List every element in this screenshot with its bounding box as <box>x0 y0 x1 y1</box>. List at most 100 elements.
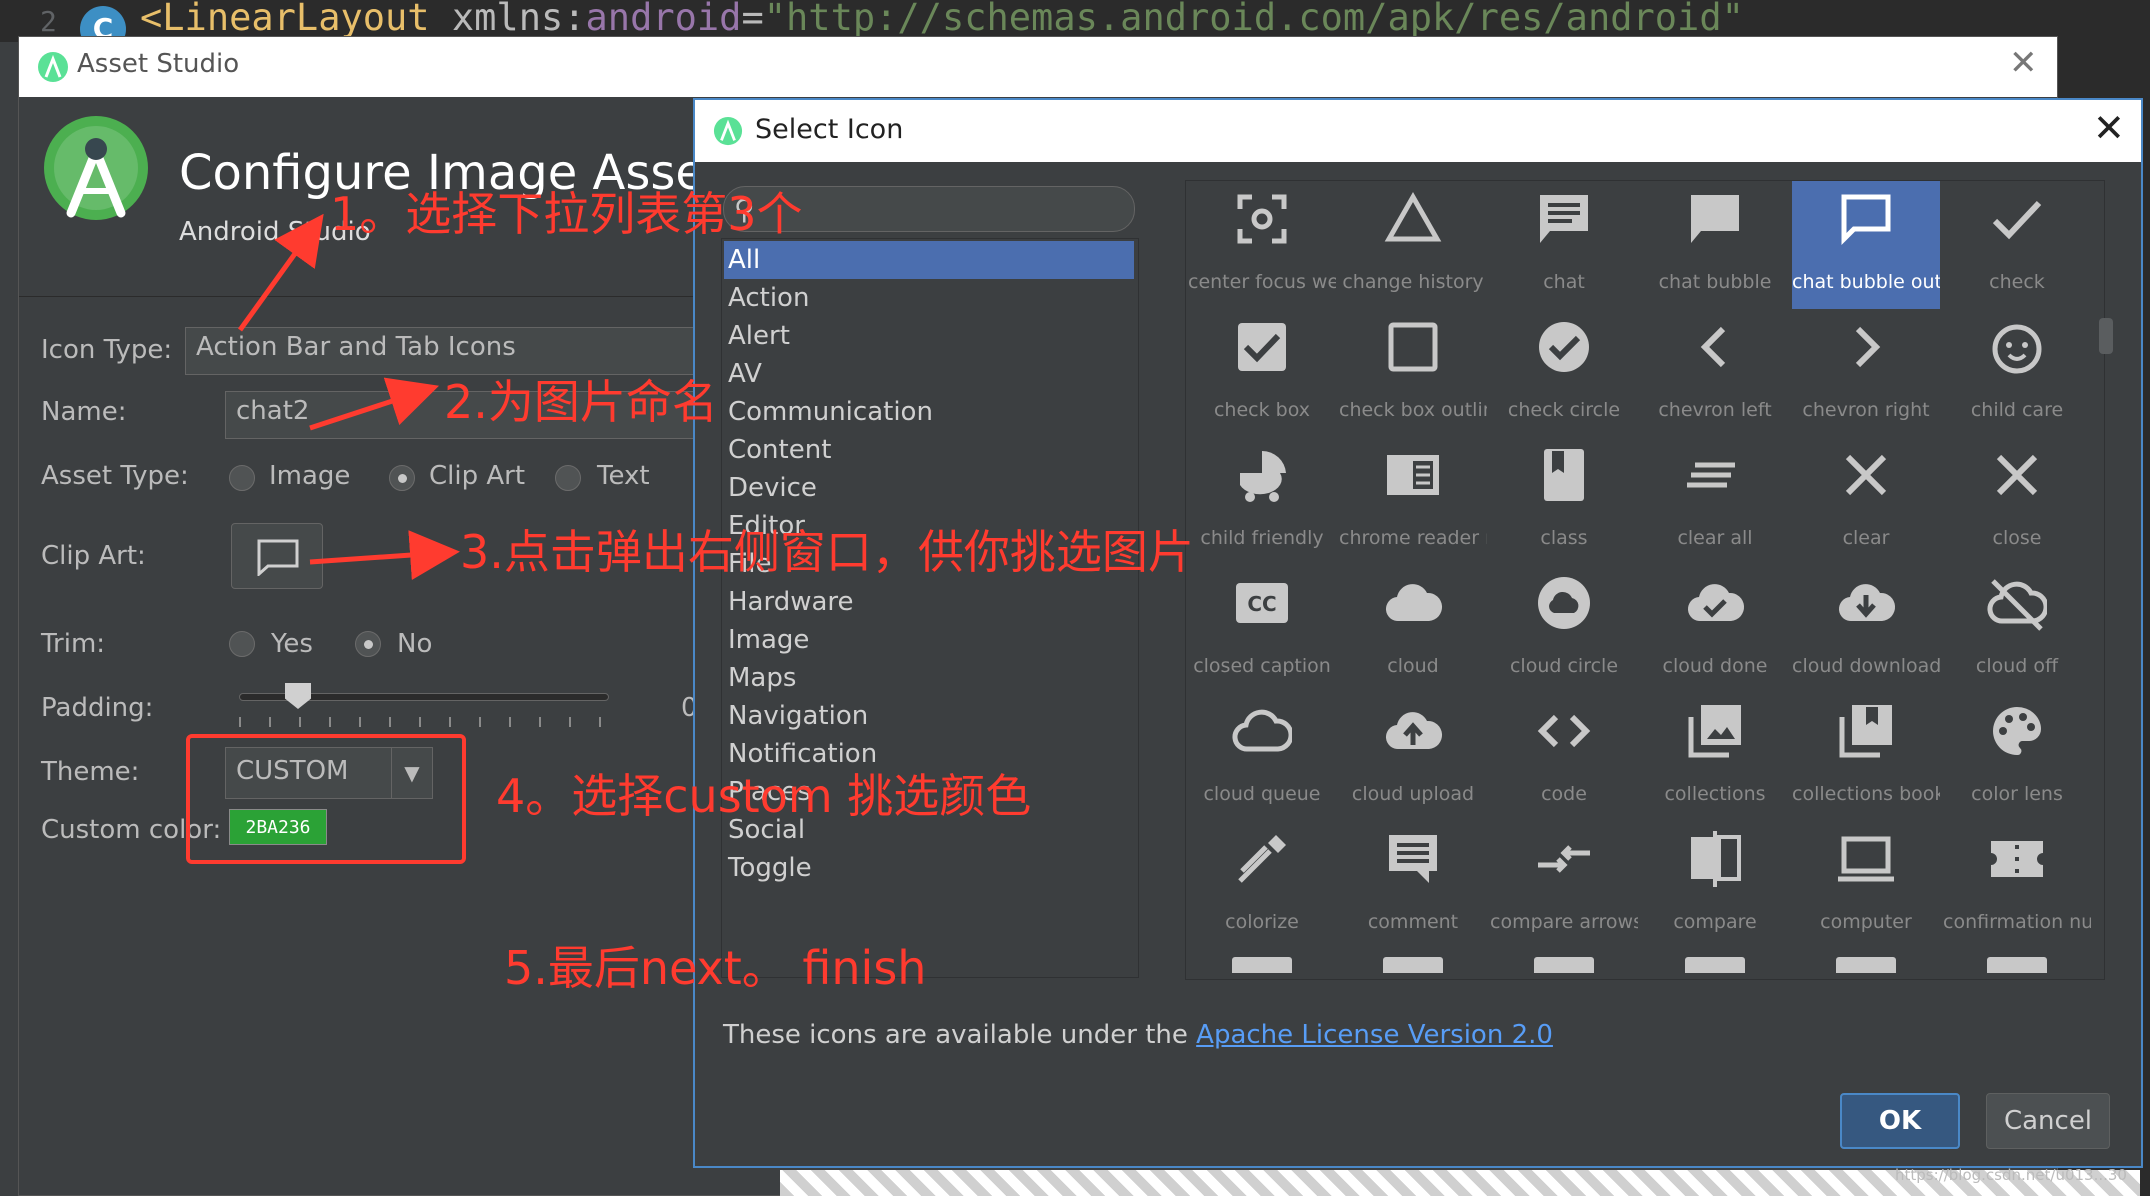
icon-label: clear all <box>1677 527 1753 549</box>
icon-label: check box <box>1213 399 1310 421</box>
asset-type-text-radio[interactable] <box>555 465 581 491</box>
icon-cell-chevron-left[interactable]: chevron left <box>1641 309 1789 437</box>
child-friendly-icon <box>1240 450 1286 502</box>
theme-label: Theme: <box>41 757 140 787</box>
icon-cell-change-history[interactable]: change history <box>1339 181 1487 309</box>
category-item-action[interactable]: Action <box>724 279 1134 317</box>
padding-slider-thumb[interactable] <box>285 683 311 709</box>
icon-cell-closed-caption[interactable]: CC closed caption <box>1188 565 1336 693</box>
category-item-toggle[interactable]: Toggle <box>724 849 1134 887</box>
cancel-button[interactable]: Cancel <box>1986 1093 2110 1149</box>
icon-cell-chat[interactable]: chat <box>1490 181 1638 309</box>
padding-label: Padding: <box>41 693 154 723</box>
icon-cell-clear[interactable]: clear <box>1792 437 1940 565</box>
icon-cell-color-lens[interactable]: color lens <box>1943 693 2091 821</box>
icon-cell-code[interactable]: code <box>1490 693 1638 821</box>
ok-button[interactable]: OK <box>1840 1093 1960 1149</box>
cloud-icon <box>1385 584 1443 622</box>
icon-cell-check[interactable]: check <box>1943 181 2091 309</box>
annotation-step3: 3.点击弹出右侧窗口，供你挑选图片 <box>460 525 1194 579</box>
icon-cell-chat-bubble[interactable]: chat bubble <box>1641 181 1789 309</box>
asset-studio-titlebar: Asset Studio ✕ <box>19 37 2057 97</box>
icon-cell-compare-arrows[interactable]: compare arrows <box>1490 821 1638 949</box>
category-item-device[interactable]: Device <box>724 469 1134 507</box>
icon-label: code <box>1541 783 1587 805</box>
clip-art-label: Clip Art: <box>41 541 146 571</box>
close-icon[interactable]: ✕ <box>2093 106 2125 150</box>
clip-art-button[interactable] <box>231 523 323 589</box>
category-item-communication[interactable]: Communication <box>724 393 1134 431</box>
category-item-hardware[interactable]: Hardware <box>724 583 1134 621</box>
icon-cell-partial[interactable] <box>1188 949 1336 979</box>
code-value: "http://schemas.android.com/apk/res/andr… <box>763 0 1744 39</box>
icon-cell-check-circle[interactable]: check circle <box>1490 309 1638 437</box>
icon-cell-cloud-upload[interactable]: cloud upload <box>1339 693 1487 821</box>
category-item-image[interactable]: Image <box>724 621 1134 659</box>
chat-icon <box>1540 195 1588 243</box>
icon-cell-cloud-circle[interactable]: cloud circle <box>1490 565 1638 693</box>
category-item-alert[interactable]: Alert <box>724 317 1134 355</box>
icon-cell-check-box-outline[interactable]: check box outlin <box>1339 309 1487 437</box>
annotation-step4: 4。选择custom 挑选颜色 <box>496 769 1032 823</box>
icon-cell-compare[interactable]: compare <box>1641 821 1789 949</box>
icon-cell-partial[interactable] <box>1339 949 1487 979</box>
icon-label: child care <box>1970 399 2064 421</box>
asset-type-image-label: Image <box>269 461 351 491</box>
icon-label: collections <box>1664 783 1766 805</box>
icon-label: chevron left <box>1658 399 1772 421</box>
cloud-circle-icon <box>1538 577 1590 629</box>
category-item-maps[interactable]: Maps <box>724 659 1134 697</box>
icon-cell-class[interactable]: class <box>1490 437 1638 565</box>
icon-label: chevron right <box>1802 399 1930 421</box>
icon-cell-cloud[interactable]: cloud <box>1339 565 1487 693</box>
icon-cell-partial[interactable] <box>1792 949 1940 979</box>
icon-cell-confirmation-number[interactable]: confirmation nui <box>1943 821 2091 949</box>
icon-label: check <box>1989 271 2045 293</box>
license-prefix: These icons are available under the <box>723 1020 1197 1050</box>
icon-cell-center-focus[interactable]: center focus wea <box>1188 181 1336 309</box>
category-item-navigation[interactable]: Navigation <box>724 697 1134 735</box>
icon-grid-scrollbar[interactable] <box>2099 318 2113 354</box>
icon-label: confirmation nui <box>1943 911 2091 933</box>
icon-cell-partial[interactable] <box>1943 949 2091 979</box>
license-link[interactable]: Apache License Version 2.0 <box>1196 1020 1553 1050</box>
clear-icon <box>1845 454 1887 496</box>
asset-type-image-radio[interactable] <box>229 465 255 491</box>
child-care-icon <box>1992 324 2042 374</box>
asset-type-clipart-radio[interactable] <box>389 465 415 491</box>
asset-close-icon[interactable]: ✕ <box>2009 43 2038 83</box>
icon-cell-cloud-download[interactable]: cloud download <box>1792 565 1940 693</box>
icon-label: compare <box>1673 911 1757 933</box>
icon-cell-collections-book[interactable]: collections book <box>1792 693 1940 821</box>
icon-cell-chevron-right[interactable]: chevron right <box>1792 309 1940 437</box>
trim-no-radio[interactable] <box>355 631 381 657</box>
trim-yes-radio[interactable] <box>229 631 255 657</box>
icon-label: clear <box>1842 527 1890 549</box>
icon-cell-partial[interactable] <box>1641 949 1789 979</box>
icon-cell-partial[interactable] <box>1490 949 1638 979</box>
icon-cell-chrome-reader[interactable]: chrome reader m <box>1339 437 1487 565</box>
icon-cell-cloud-queue[interactable]: cloud queue <box>1188 693 1336 821</box>
icon-cell-cloud-off[interactable]: cloud off <box>1943 565 2091 693</box>
icon-cell-cloud-done[interactable]: cloud done <box>1641 565 1789 693</box>
class-icon <box>1544 449 1584 501</box>
category-item-all[interactable]: All <box>724 241 1134 279</box>
icon-cell-collections[interactable]: collections <box>1641 693 1789 821</box>
icon-cell-chat-bubble-outline[interactable]: chat bubble outl <box>1792 181 1940 309</box>
icon-cell-clear-all[interactable]: clear all <box>1641 437 1789 565</box>
select-icon-dialog: Select Icon ✕ ⚲ All Action Alert AV Communic… <box>693 98 2143 1168</box>
category-item-content[interactable]: Content <box>724 431 1134 469</box>
icon-cell-child-friendly[interactable]: child friendly <box>1188 437 1336 565</box>
icon-type-label: Icon Type: <box>41 335 173 365</box>
icon-cell-comment[interactable]: comment <box>1339 821 1487 949</box>
asset-type-text-label: Text <box>597 461 650 491</box>
computer-icon <box>1838 836 1894 882</box>
chat-bubble-outline-icon <box>1841 194 1891 246</box>
icon-cell-computer[interactable]: computer <box>1792 821 1940 949</box>
icon-cell-child-care[interactable]: child care <box>1943 309 2091 437</box>
comment-icon <box>1389 835 1437 883</box>
icon-cell-colorize[interactable]: colorize <box>1188 821 1336 949</box>
icon-cell-close[interactable]: close <box>1943 437 2091 565</box>
icon-cell-check-box[interactable]: check box <box>1188 309 1336 437</box>
category-item-av[interactable]: AV <box>724 355 1134 393</box>
